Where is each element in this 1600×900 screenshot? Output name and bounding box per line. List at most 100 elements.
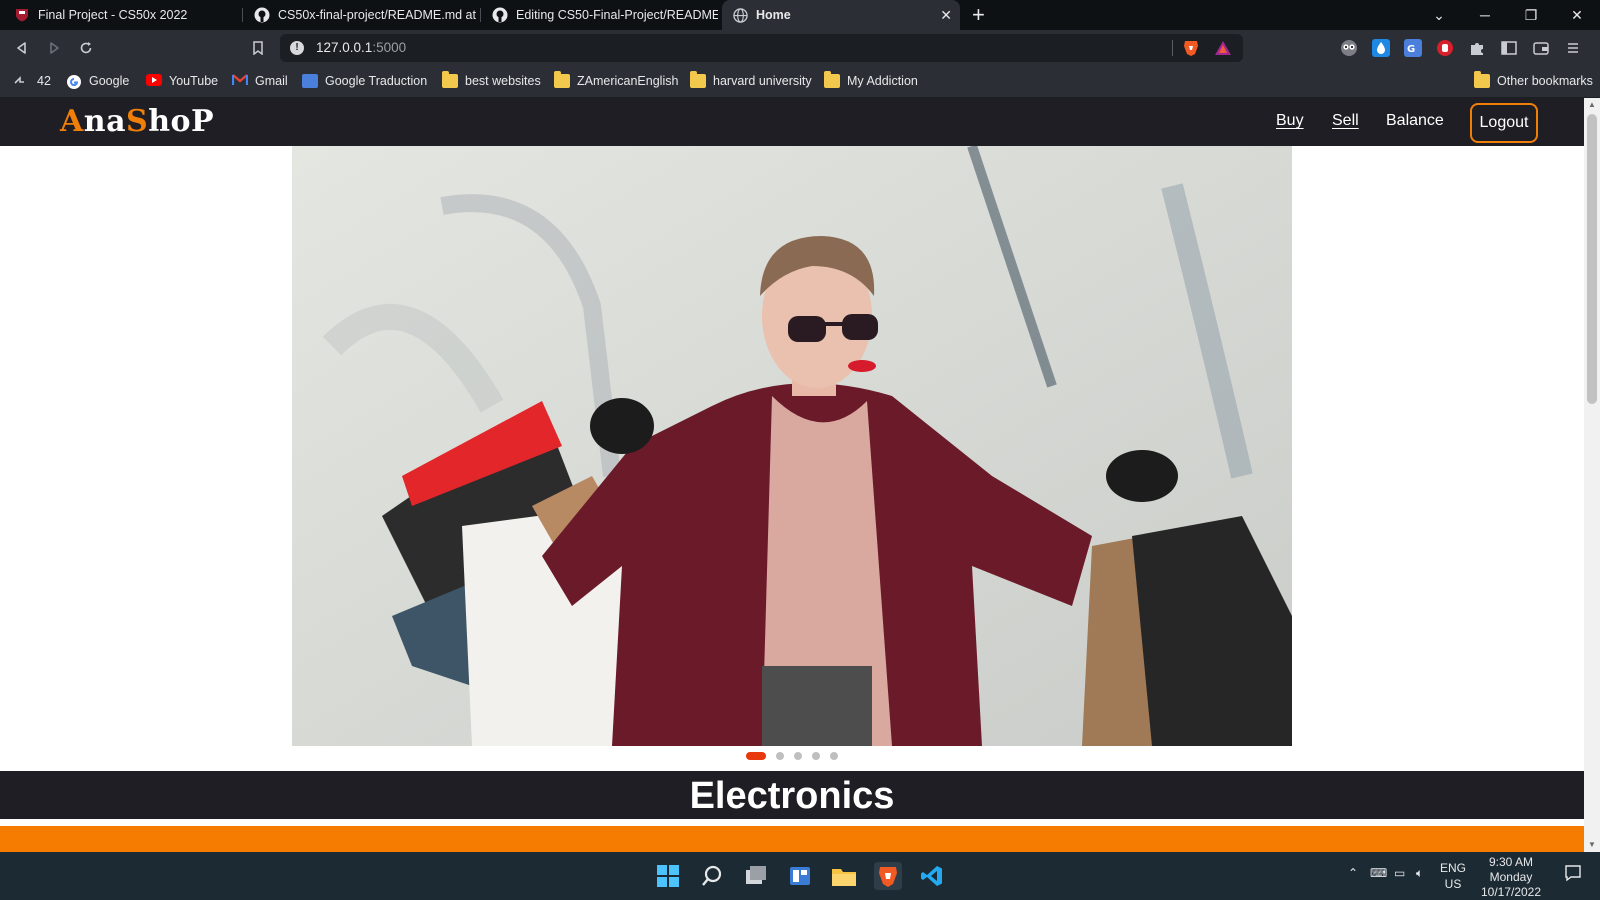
restore-icon[interactable]: ❐ <box>1508 0 1554 30</box>
nav-link-balance[interactable]: Balance <box>1386 112 1444 130</box>
bookmark-folder-harvard[interactable]: harvard university <box>690 71 812 88</box>
menu-hamburger-icon[interactable] <box>1564 39 1582 57</box>
bookmark-page-icon[interactable] <box>248 38 268 58</box>
carousel-dot-1[interactable] <box>746 752 766 760</box>
notifications-icon[interactable] <box>1564 864 1582 885</box>
hero-carousel-image[interactable] <box>292 146 1292 746</box>
other-bookmarks[interactable]: Other bookmarks <box>1474 71 1593 88</box>
file-explorer-icon[interactable] <box>830 862 858 890</box>
bookmark-folder-my-addiction[interactable]: My Addiction <box>824 71 918 88</box>
extensions-puzzle-icon[interactable] <box>1468 39 1486 57</box>
tab-github-readme[interactable]: CS50x-final-project/README.md at m <box>244 0 478 30</box>
logo-letter: na <box>83 104 127 139</box>
tab-separator <box>242 8 243 22</box>
sidebar-toggle-icon[interactable] <box>1500 39 1518 57</box>
bookmarks-bar: 42 Google YouTube Gmail Google Traductio… <box>0 66 1600 98</box>
page-scrollbar[interactable]: ▲ ▼ <box>1584 98 1600 852</box>
extension-hand-icon[interactable] <box>1436 39 1454 57</box>
github-icon <box>492 7 508 23</box>
category-header: Electronics <box>0 771 1584 819</box>
new-tab-icon[interactable]: + <box>972 2 985 28</box>
site-navbar: AnaShoP Buy Sell Balance Logout <box>0 98 1584 146</box>
bookmark-folder-zamericanenglish[interactable]: ZAmericanEnglish <box>554 71 679 88</box>
bookmark-google-traduction[interactable]: Google Traduction <box>302 74 427 88</box>
google-translate-icon <box>302 74 318 88</box>
tab-separator <box>480 8 481 22</box>
carousel-indicators <box>0 750 1584 762</box>
gmail-icon <box>231 74 249 88</box>
bookmark-42[interactable]: 42 <box>14 74 51 88</box>
bookmark-folder-best-websites[interactable]: best websites <box>442 71 541 88</box>
bookmark-label: Google Traduction <box>325 74 428 88</box>
tab-editing-readme[interactable]: Editing CS50-Final-Project/README.m <box>482 0 718 30</box>
carousel-dot-2[interactable] <box>776 752 784 760</box>
url-port: :5000 <box>372 40 407 55</box>
nav-link-buy[interactable]: Buy <box>1276 112 1304 130</box>
windows-start-icon[interactable] <box>654 862 682 890</box>
network-icon[interactable]: ▭ <box>1394 866 1405 880</box>
category-title: Electronics <box>689 775 895 817</box>
scroll-down-icon[interactable]: ▼ <box>1584 838 1600 852</box>
clock-date: 10/17/2022 <box>1480 885 1542 899</box>
bookmark-label: ZAmericanEnglish <box>577 74 679 88</box>
tab-search-chevron-icon[interactable]: ⌄ <box>1416 0 1462 30</box>
brave-shields-icon[interactable] <box>1182 39 1200 57</box>
carousel-dot-3[interactable] <box>794 752 802 760</box>
bookmark-gmail[interactable]: Gmail <box>231 74 288 88</box>
site-logo[interactable]: AnaShoP <box>60 104 214 139</box>
site-info-icon[interactable]: ! <box>290 41 304 55</box>
nav-link-sell[interactable]: Sell <box>1332 112 1359 130</box>
back-icon[interactable] <box>12 38 32 58</box>
bookmark-youtube[interactable]: YouTube <box>146 74 218 88</box>
minimize-icon[interactable]: ─ <box>1462 0 1508 30</box>
bookmark-label: best websites <box>465 74 541 88</box>
keyboard-icon[interactable]: ⌨ <box>1370 866 1387 880</box>
forward-icon[interactable] <box>44 38 64 58</box>
brave-browser-icon[interactable] <box>874 862 902 890</box>
volume-icon[interactable]: 🔈︎ <box>1416 866 1423 881</box>
close-tab-icon[interactable]: ✕ <box>940 7 952 24</box>
tab-home[interactable]: Home ✕ <box>722 0 960 30</box>
address-divider <box>1172 40 1173 56</box>
youtube-icon <box>146 74 162 88</box>
search-icon[interactable] <box>698 862 726 890</box>
region-code: US <box>1444 877 1462 891</box>
system-clock[interactable]: 9:30 AM Monday 10/17/2022 <box>1468 855 1554 900</box>
close-window-icon[interactable]: ✕ <box>1554 0 1600 30</box>
input-language[interactable]: ENG US <box>1440 860 1466 892</box>
url-text[interactable]: 127.0.0.1:5000 <box>316 40 406 55</box>
github-icon <box>254 7 270 23</box>
reload-icon[interactable] <box>76 38 96 58</box>
address-bar[interactable]: ! 127.0.0.1:5000 <box>280 34 1243 62</box>
scroll-up-icon[interactable]: ▲ <box>1584 98 1600 112</box>
carousel-dot-4[interactable] <box>812 752 820 760</box>
wallet-icon[interactable] <box>1532 39 1550 57</box>
browser-toolbar: ! 127.0.0.1:5000 G <box>0 30 1600 66</box>
tab-title: CS50x-final-project/README.md at m <box>278 8 478 22</box>
harvard-shield-icon <box>14 7 30 23</box>
logout-button[interactable]: Logout <box>1470 103 1538 143</box>
tab-final-project[interactable]: Final Project - CS50x 2022 <box>4 0 240 30</box>
bookmark-label: My Addiction <box>847 74 918 88</box>
svg-text:G: G <box>1407 44 1415 55</box>
show-hidden-icons-icon[interactable]: ⌃ <box>1348 866 1358 880</box>
logo-letter: S <box>126 104 149 139</box>
vscode-icon[interactable] <box>918 862 946 890</box>
task-view-icon[interactable] <box>742 862 770 890</box>
extension-drop-icon[interactable] <box>1372 39 1390 57</box>
carousel-dot-5[interactable] <box>830 752 838 760</box>
folder-icon <box>1474 71 1490 88</box>
tab-title: Editing CS50-Final-Project/README.m <box>516 8 718 22</box>
other-bookmarks-label: Other bookmarks <box>1497 74 1593 88</box>
folder-icon <box>824 71 840 88</box>
extension-owl-icon[interactable] <box>1340 39 1358 57</box>
extension-translate-icon[interactable]: G <box>1404 39 1422 57</box>
brave-rewards-icon[interactable] <box>1214 39 1232 57</box>
widgets-icon[interactable] <box>786 862 814 890</box>
logo-letter: ho <box>148 104 192 139</box>
folder-icon <box>554 71 570 88</box>
bookmark-google[interactable]: Google <box>66 74 129 89</box>
folder-icon <box>442 71 458 88</box>
scroll-thumb[interactable] <box>1587 114 1597 404</box>
globe-icon <box>732 7 748 23</box>
